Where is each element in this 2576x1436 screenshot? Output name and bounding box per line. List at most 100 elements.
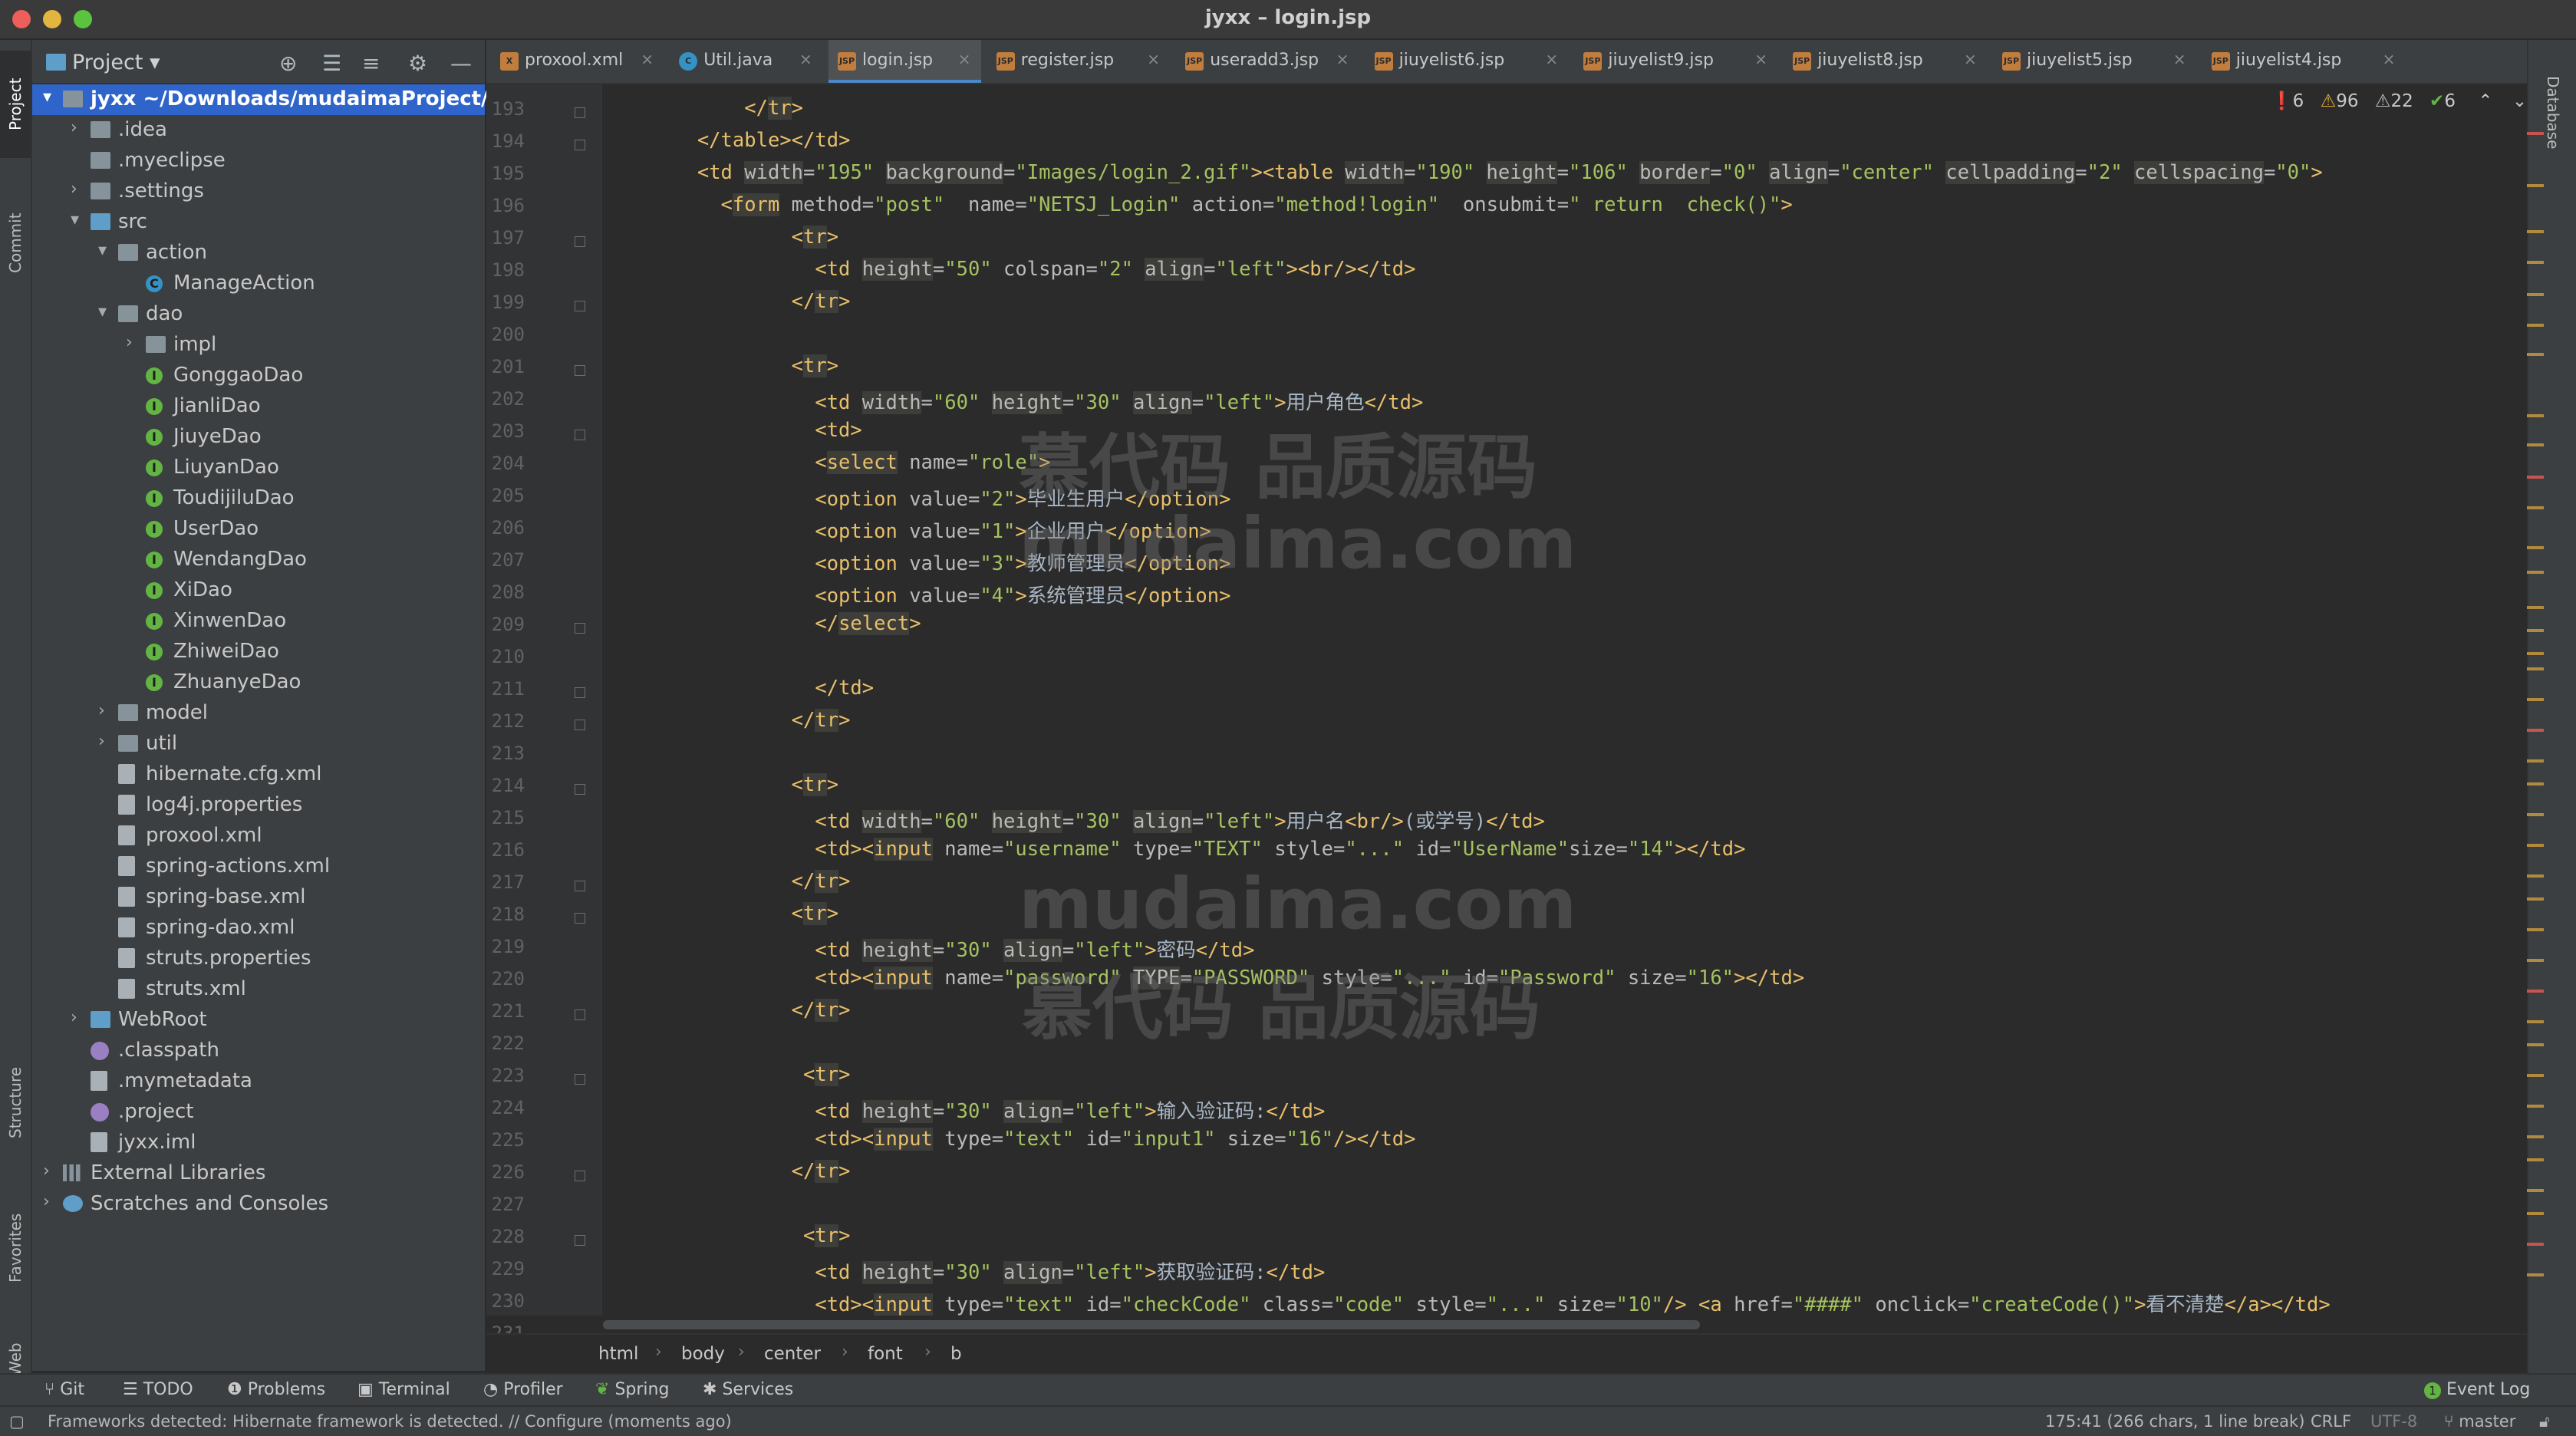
- code-line[interactable]: </tr>: [603, 870, 850, 902]
- warning-marker[interactable]: [2527, 729, 2544, 732]
- code-line[interactable]: <td width="195" background="Images/login…: [603, 161, 2323, 193]
- git-branch[interactable]: ⑂ master: [2444, 1412, 2515, 1431]
- warning-marker[interactable]: [2527, 698, 2544, 701]
- fold-marker[interactable]: [575, 1009, 585, 1020]
- tree-item[interactable]: spring-dao.xml: [32, 913, 485, 944]
- code-line[interactable]: <td>: [603, 419, 861, 451]
- warning-marker[interactable]: [2527, 414, 2544, 417]
- code-editor[interactable]: </tr> </table></td> <td width="195" back…: [603, 84, 2513, 1316]
- git-tool-button[interactable]: ⑂ Git: [44, 1380, 84, 1399]
- warning-marker[interactable]: [2527, 443, 2544, 446]
- breadcrumb-item[interactable]: b: [950, 1344, 962, 1364]
- fold-marker[interactable]: [575, 107, 585, 118]
- code-line[interactable]: <tr>: [603, 773, 838, 805]
- terminal-tool-button[interactable]: ▣ Terminal: [357, 1380, 450, 1399]
- code-line[interactable]: </tr>: [603, 97, 803, 129]
- fold-marker[interactable]: [575, 720, 585, 730]
- fold-marker[interactable]: [575, 365, 585, 376]
- close-icon[interactable]: ×: [1336, 50, 1349, 68]
- warning-marker[interactable]: [2527, 1189, 2544, 1192]
- warning-marker[interactable]: [2527, 898, 2544, 901]
- code-line[interactable]: <option value="4">系统管理员</option>: [603, 580, 1230, 612]
- tree-item[interactable]: ▾ dao: [32, 299, 485, 330]
- close-icon[interactable]: ×: [958, 50, 971, 68]
- fold-marker[interactable]: [575, 236, 585, 247]
- warning-marker[interactable]: [2527, 506, 2544, 509]
- hide-panel-icon[interactable]: —: [450, 51, 472, 76]
- tree-item[interactable]: I WendangDao: [32, 545, 485, 575]
- tree-item[interactable]: I JianliDao: [32, 391, 485, 422]
- code-line[interactable]: </tr>: [603, 290, 850, 322]
- chevron-right-icon[interactable]: ›: [98, 701, 105, 720]
- code-line[interactable]: <td height="30" align="left">输入验证码:</td>: [603, 1095, 1325, 1128]
- tree-item[interactable]: I ZhuanyeDao: [32, 667, 485, 698]
- code-line[interactable]: <form method="post" name="NETSJ_Login" a…: [603, 193, 1793, 226]
- collapse-all-icon[interactable]: ≡: [362, 51, 380, 76]
- tree-item[interactable]: spring-base.xml: [32, 882, 485, 913]
- tab-useradd3-jsp[interactable]: JSP useradd3.jsp ×: [1176, 40, 1359, 83]
- spring-tool-button[interactable]: ❦ Spring: [595, 1380, 669, 1399]
- code-line[interactable]: </td>: [603, 677, 874, 709]
- tree-item[interactable]: C ManageAction: [32, 268, 485, 299]
- close-icon[interactable]: ×: [2173, 50, 2186, 68]
- fold-marker[interactable]: [575, 687, 585, 698]
- chevron-down-icon[interactable]: ▾: [71, 210, 79, 229]
- warning-marker[interactable]: [2527, 571, 2544, 574]
- tree-item[interactable]: › Scratches and Consoles: [32, 1189, 485, 1220]
- breadcrumb-item[interactable]: html: [598, 1344, 638, 1364]
- code-line[interactable]: <tr>: [603, 354, 838, 387]
- code-line[interactable]: <td><input type="text" id="checkCode" cl…: [603, 1289, 2331, 1316]
- fold-marker[interactable]: [575, 913, 585, 924]
- tree-item[interactable]: › WebRoot: [32, 1005, 485, 1036]
- tree-item[interactable]: I ToudijiluDao: [32, 483, 485, 514]
- tab-jiuyelist8-jsp[interactable]: JSP jiuyelist8.jsp ×: [1784, 40, 1987, 83]
- project-tool-tab[interactable]: Project: [0, 51, 31, 158]
- code-line[interactable]: <tr>: [603, 902, 838, 934]
- expand-all-icon[interactable]: ☰: [322, 51, 341, 76]
- tree-item[interactable]: jyxx.iml: [32, 1128, 485, 1158]
- line-separator[interactable]: CRLF: [2311, 1412, 2351, 1431]
- close-icon[interactable]: ×: [641, 50, 654, 68]
- warning-marker[interactable]: [2527, 667, 2544, 670]
- tree-item[interactable]: .mymetadata: [32, 1066, 485, 1097]
- structure-tool-tab[interactable]: Structure: [0, 1037, 31, 1168]
- tree-item[interactable]: I XinwenDao: [32, 606, 485, 637]
- event-log-button[interactable]: 1 Event Log: [2424, 1380, 2530, 1399]
- tree-item[interactable]: ▾ action: [32, 238, 485, 268]
- chevron-right-icon[interactable]: ›: [43, 1192, 50, 1211]
- tree-item[interactable]: › impl: [32, 330, 485, 361]
- fold-marker[interactable]: [575, 1171, 585, 1181]
- warning-marker[interactable]: [2527, 546, 2544, 549]
- warning-marker[interactable]: [2527, 874, 2544, 878]
- tab-jiuyelist6-jsp[interactable]: JSP jiuyelist6.jsp ×: [1365, 40, 1569, 83]
- warning-marker[interactable]: [2527, 1074, 2544, 1077]
- warning-marker[interactable]: [2527, 1135, 2544, 1138]
- inspection-widget[interactable]: ❗6 ⚠96 ⚠22 ✔6 ⌃ ⌄: [2271, 91, 2527, 117]
- file-encoding[interactable]: UTF-8: [2370, 1412, 2417, 1431]
- breadcrumb-item[interactable]: font: [868, 1344, 903, 1364]
- tree-item[interactable]: .classpath: [32, 1036, 485, 1066]
- chevron-down-icon[interactable]: ▾: [98, 241, 107, 260]
- warning-marker[interactable]: [2527, 261, 2544, 264]
- tab-jiuyelist9-jsp[interactable]: JSP jiuyelist9.jsp ×: [1574, 40, 1777, 83]
- code-line[interactable]: </table></td>: [603, 129, 851, 161]
- close-icon[interactable]: ×: [1545, 50, 1558, 68]
- tab-jiuyelist5-jsp[interactable]: JSP jiuyelist5.jsp ×: [1993, 40, 2196, 83]
- warning-marker[interactable]: [2527, 1273, 2544, 1276]
- close-icon[interactable]: ×: [799, 50, 812, 68]
- warning-marker[interactable]: [2527, 782, 2544, 786]
- fold-marker[interactable]: [575, 1235, 585, 1246]
- chevron-right-icon[interactable]: ›: [71, 180, 77, 199]
- chevron-down-icon[interactable]: ▾: [43, 87, 51, 107]
- error-stripe[interactable]: [2524, 123, 2547, 1304]
- tree-item[interactable]: I JiuyeDao: [32, 422, 485, 453]
- code-line[interactable]: <select name="role">: [603, 451, 1050, 483]
- tree-item[interactable]: I UserDao: [32, 514, 485, 545]
- warning-marker[interactable]: [2527, 1243, 2544, 1246]
- fold-marker[interactable]: [575, 881, 585, 891]
- warning-marker[interactable]: [2527, 184, 2544, 187]
- tree-item[interactable]: › .settings: [32, 176, 485, 207]
- tree-item[interactable]: › model: [32, 698, 485, 729]
- tree-item[interactable]: I LiuyanDao: [32, 453, 485, 483]
- commit-tool-tab[interactable]: Commit: [0, 193, 31, 293]
